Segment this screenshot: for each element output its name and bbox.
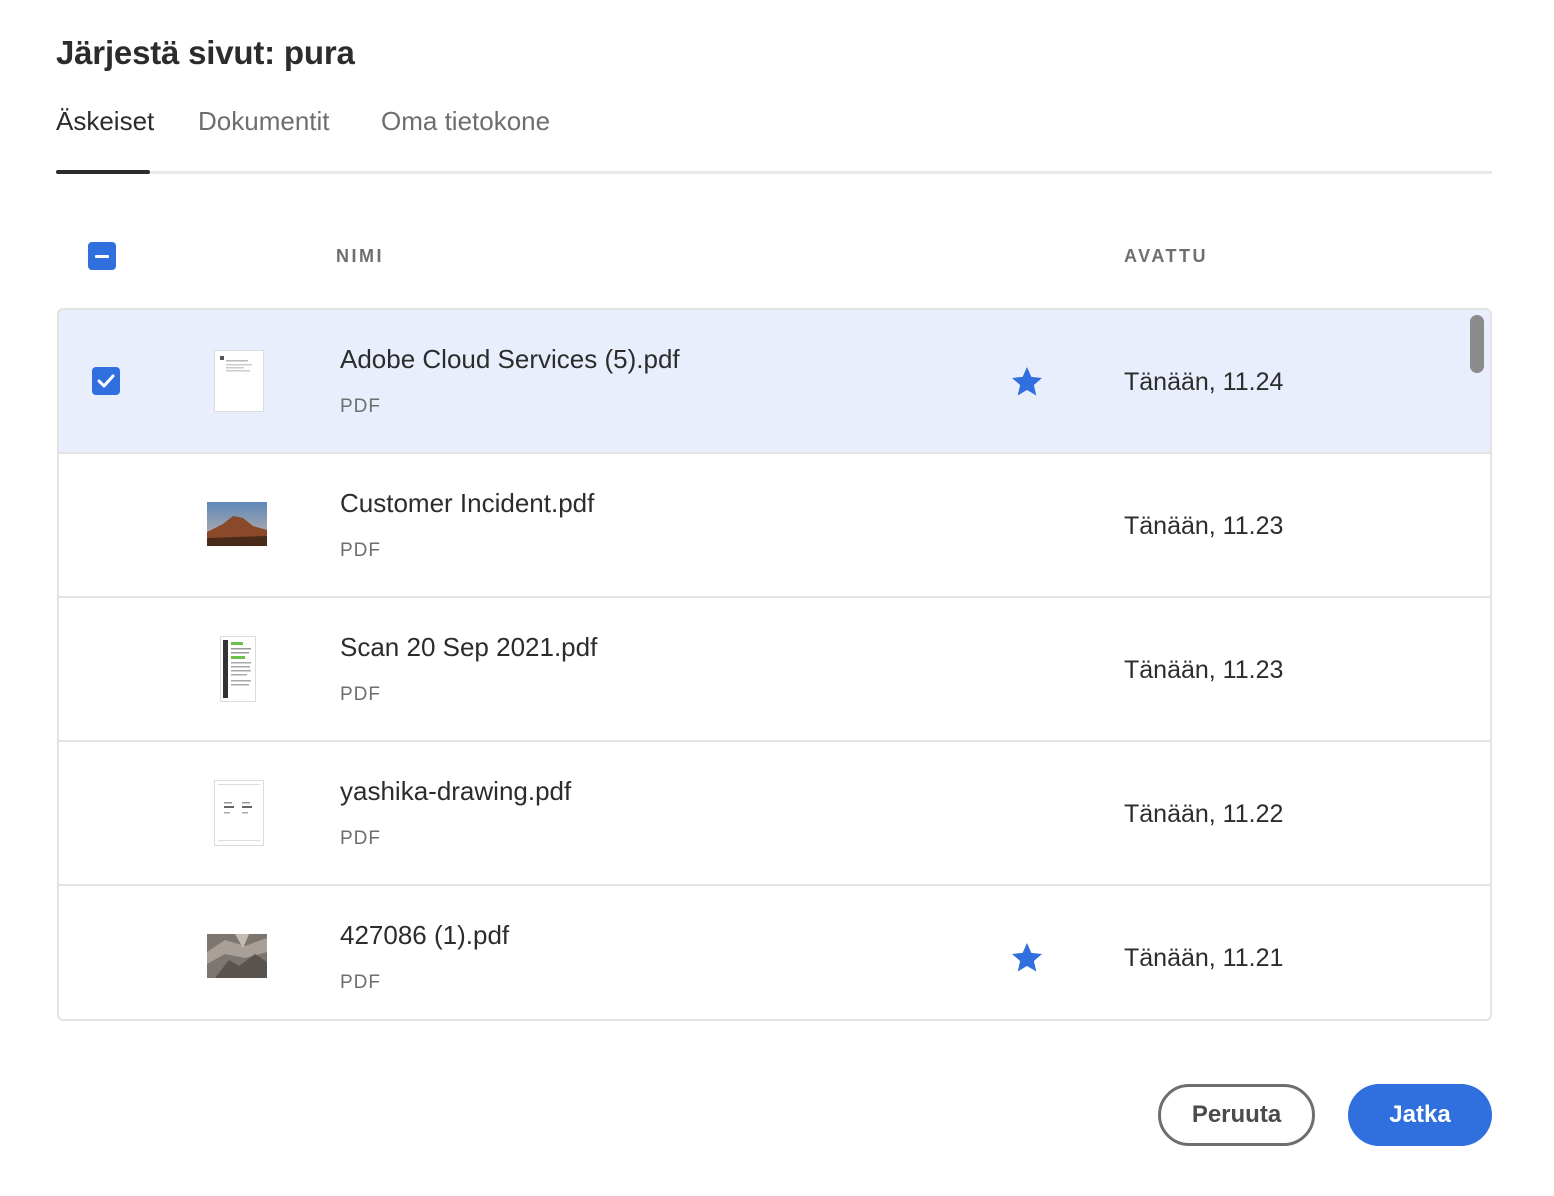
file-name: 427086 (1).pdf <box>340 920 510 950</box>
checkmark-icon <box>97 374 115 388</box>
opened-date: Tänään, 11.24 <box>1124 368 1284 396</box>
file-name: Adobe Cloud Services (5).pdf <box>340 344 680 374</box>
scanned-page-thumbnail <box>220 636 256 702</box>
column-header-opened[interactable]: AVATTU <box>1124 246 1208 267</box>
opened-date: Tänään, 11.23 <box>1124 512 1284 540</box>
tab-bar: Äskeiset Dokumentit Oma tietokone <box>56 100 1492 174</box>
select-all-checkbox[interactable] <box>88 242 116 270</box>
file-name: Customer Incident.pdf <box>340 488 595 518</box>
row-checkbox[interactable] <box>92 367 120 395</box>
document-thumbnail <box>214 350 264 412</box>
indeterminate-icon <box>95 254 109 258</box>
tab-documents[interactable]: Dokumentit <box>198 106 330 137</box>
drawing-page-thumbnail <box>214 780 264 846</box>
table-row[interactable]: yashika-drawing.pdf PDF Tänään, 11.22 <box>59 742 1490 886</box>
dialog-title: Järjestä sivut: pura <box>56 34 355 71</box>
file-name: Scan 20 Sep 2021.pdf <box>340 632 598 662</box>
tab-my-computer[interactable]: Oma tietokone <box>381 106 550 137</box>
table-row[interactable]: 427086 (1).pdf PDF Tänään, 11.21 <box>59 886 1490 1019</box>
tab-recent[interactable]: Äskeiset <box>56 106 154 137</box>
table-row[interactable]: Scan 20 Sep 2021.pdf PDF Tänään, 11.23 <box>59 598 1490 742</box>
file-list: Adobe Cloud Services (5).pdf PDF Tänään,… <box>57 308 1492 1021</box>
file-type: PDF <box>340 540 381 561</box>
table-row[interactable]: Customer Incident.pdf PDF Tänään, 11.23 <box>59 454 1490 598</box>
file-type: PDF <box>340 684 381 705</box>
scrollbar-thumb[interactable] <box>1470 315 1484 373</box>
landscape-photo-thumbnail <box>205 500 269 548</box>
table-row[interactable]: Adobe Cloud Services (5).pdf PDF Tänään,… <box>59 310 1490 454</box>
active-tab-indicator <box>56 170 150 174</box>
column-header-name[interactable]: NIMI <box>336 246 384 267</box>
star-icon[interactable] <box>1009 940 1045 976</box>
opened-date: Tänään, 11.23 <box>1124 656 1284 684</box>
continue-button[interactable]: Jatka <box>1348 1084 1492 1146</box>
file-name: yashika-drawing.pdf <box>340 776 572 806</box>
file-type: PDF <box>340 396 381 417</box>
opened-date: Tänään, 11.21 <box>1124 944 1284 972</box>
rock-photo-thumbnail <box>205 932 269 980</box>
file-type: PDF <box>340 972 381 993</box>
opened-date: Tänään, 11.22 <box>1124 800 1284 828</box>
cancel-button[interactable]: Peruuta <box>1158 1084 1315 1146</box>
star-icon[interactable] <box>1009 364 1045 400</box>
file-type: PDF <box>340 828 381 849</box>
